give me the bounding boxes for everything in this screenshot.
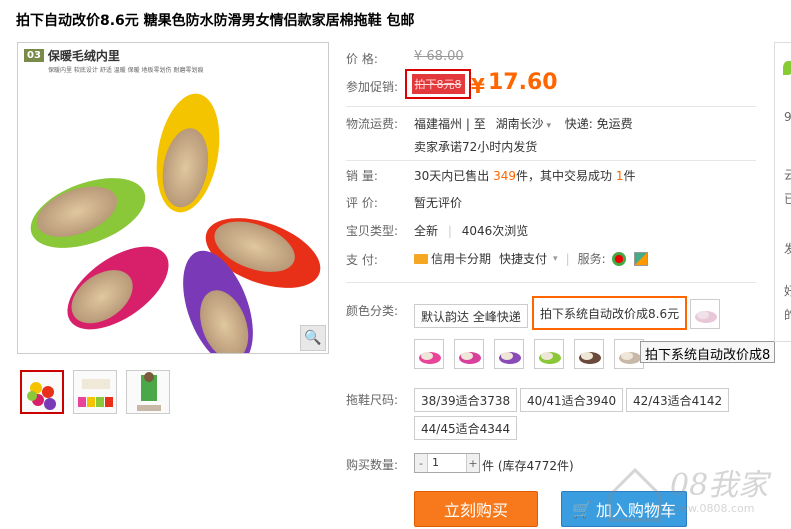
item-condition: 全新 — [414, 224, 439, 238]
review-label: 评 价: — [346, 196, 378, 210]
sku-tooltip: 拍下系统自动改价成8 — [640, 341, 776, 363]
color-swatch[interactable] — [534, 339, 564, 369]
price-label: 价 格: — [346, 52, 378, 66]
express-fee: 快递: 免运费 — [564, 117, 633, 131]
guarantee-badge-icon[interactable] — [633, 251, 648, 266]
site-watermark: 08我家 www.0808.com — [600, 440, 790, 525]
ship-to-prefix: 至 — [473, 117, 486, 131]
view-count: 4046次浏览 — [461, 224, 529, 238]
color-option-1[interactable]: 默认韵达 全峰快递 — [414, 304, 528, 328]
side-panel-char: 9 — [784, 110, 791, 124]
side-panel-char: 发 — [784, 242, 791, 256]
size-option-2[interactable]: 40/41适合3940 — [520, 388, 624, 412]
quantity-label: 购买数量: — [346, 458, 399, 472]
size-option-3[interactable]: 42/43适合4142 — [626, 388, 730, 412]
side-panel-char: 云 — [784, 168, 791, 182]
side-panel-char: 的 — [784, 308, 791, 322]
main-product-image[interactable]: 03 保暖毛绒内里 保暖内里 软底设计 舒适 温暖 保暖 地板零划伤 耐磨零划痕 — [17, 42, 329, 354]
thumbnail-1[interactable] — [20, 370, 64, 414]
sales-suffix: 件 — [623, 169, 636, 183]
watermark-url: www.0808.com — [670, 502, 755, 515]
thumbnail-2[interactable] — [73, 370, 117, 414]
service-sep: | — [565, 251, 570, 266]
divider — [346, 106, 756, 107]
green-slipper — [30, 178, 146, 248]
promo-highlight: 拍下8元8 — [405, 69, 471, 99]
leaf-icon — [783, 61, 791, 75]
ship-sep: | — [465, 117, 470, 131]
product-title: 拍下自动改价8.6元 糖果色防水防滑男女情侣款家居棉拖鞋 包邮 — [16, 13, 415, 29]
divider — [346, 282, 756, 283]
type-info: 全新 | 4046次浏览 — [414, 222, 528, 239]
color-label: 颜色分类: — [346, 304, 399, 318]
size-option-4[interactable]: 44/45适合4344 — [414, 416, 518, 440]
shipping-label: 物流运费: — [346, 117, 399, 131]
buy-now-label: 立刻购买 — [443, 501, 508, 520]
zoom-icon[interactable]: 🔍 — [300, 325, 326, 351]
pink-slipper — [67, 246, 169, 330]
chevron-down-icon[interactable]: ▾ — [553, 254, 558, 264]
service-badge-icon[interactable] — [611, 251, 626, 266]
quick-pay-link[interactable]: 快捷支付 — [499, 250, 547, 267]
success-count: 1 — [615, 169, 624, 183]
color-option-2[interactable]: 拍下系统自动改价成8.6元 — [532, 296, 688, 330]
payment-label: 支 付: — [346, 253, 378, 267]
color-swatch[interactable] — [414, 339, 444, 369]
type-label: 宝贝类型: — [346, 224, 399, 238]
credit-installment-link[interactable]: 信用卡分期 — [431, 250, 491, 267]
side-panel-char: 好 — [784, 284, 791, 298]
quantity-plus-button[interactable]: + — [467, 454, 479, 472]
size-option-1[interactable]: 38/39适合3738 — [414, 388, 518, 412]
sales-mid: 件，其中交易成功 — [516, 169, 613, 183]
buy-now-button[interactable]: 立刻购买 — [414, 491, 538, 527]
shipping-route: 福建福州 | 至 湖南长沙 ▾ 快递: 免运费 — [414, 115, 633, 132]
quantity-minus-button[interactable]: - — [415, 454, 427, 472]
currency-symbol: ¥ — [471, 74, 485, 98]
yellow-slipper — [156, 93, 220, 213]
promo-label: 参加促销: — [346, 80, 399, 94]
ship-from: 福建福州 — [414, 117, 463, 131]
ship-to: 湖南长沙 — [495, 117, 544, 131]
payment-methods: 信用卡分期 快捷支付 ▾ | 服务: — [414, 250, 648, 267]
color-swatch[interactable] — [494, 339, 524, 369]
side-panel-char: 已 — [784, 192, 791, 206]
slippers-illustration — [30, 93, 321, 353]
watermark-text: 08我家 — [670, 468, 769, 503]
thumbnail-3[interactable] — [126, 370, 170, 414]
current-price: 17.60 — [488, 70, 558, 95]
color-swatch[interactable] — [454, 339, 484, 369]
review-value: 暂无评价 — [414, 196, 463, 210]
sales-prefix: 30天内已售出 — [414, 169, 490, 183]
quantity-stepper: - 1 + — [414, 453, 480, 473]
sales-info: 30天内已售出 349件，其中交易成功 1件 — [414, 167, 636, 184]
credit-card-icon — [414, 253, 428, 264]
color-swatch-first[interactable] — [690, 299, 720, 329]
color-swatch[interactable] — [574, 339, 604, 369]
original-price: ¥ 68.00 — [414, 49, 464, 64]
sales-count: 349 — [493, 169, 517, 183]
cart-icon: 🛒 — [572, 499, 592, 519]
size-label: 拖鞋尺码: — [346, 393, 399, 407]
stock-info: 件 (库存4772件) — [482, 459, 574, 473]
quantity-input[interactable]: 1 — [427, 454, 467, 472]
service-label: 服务: — [577, 252, 606, 266]
ship-promise: 卖家承诺72小时内发货 — [414, 140, 538, 154]
sales-label: 销 量: — [346, 169, 378, 183]
chevron-down-icon: ▾ — [543, 121, 551, 131]
promo-tag[interactable]: 拍下8元8 — [411, 74, 465, 94]
ship-to-select[interactable]: 湖南长沙 ▾ — [496, 117, 551, 131]
thumbnail-strip — [20, 370, 170, 414]
type-sep: | — [447, 224, 452, 238]
divider — [346, 160, 756, 161]
